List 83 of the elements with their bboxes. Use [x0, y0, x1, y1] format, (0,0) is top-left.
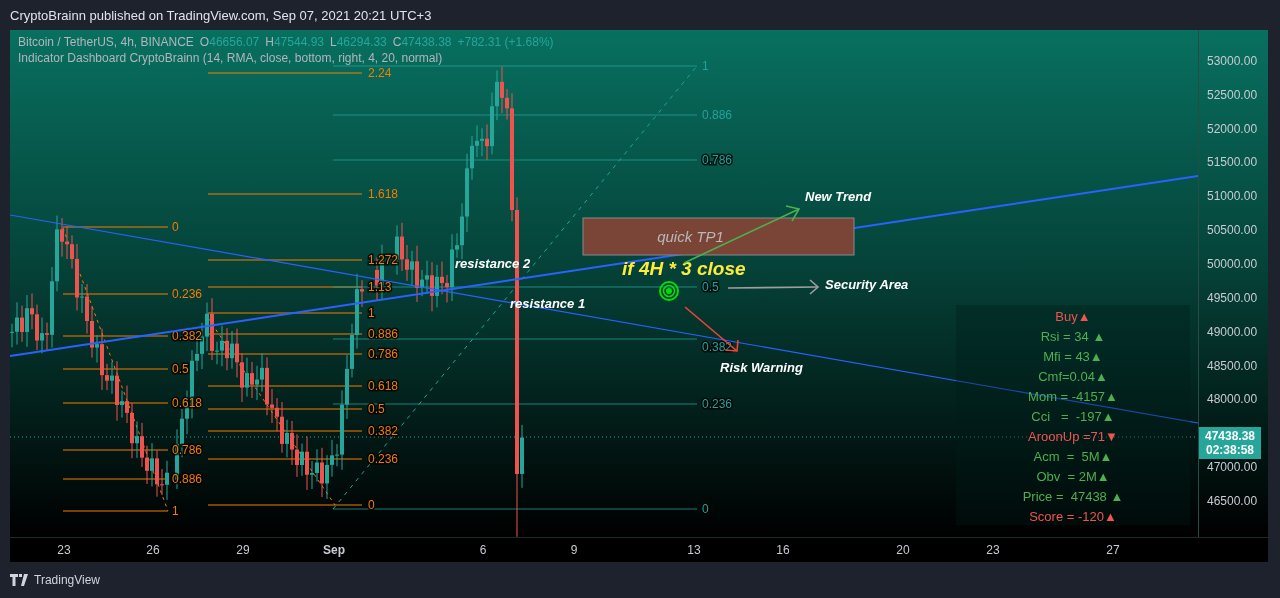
price-axis-label: 49000.00 — [1207, 324, 1258, 339]
fib-level-label: 0.382 — [172, 329, 203, 343]
condition-text: if 4H * 3 close — [622, 258, 746, 279]
annotation-label: New Trend — [805, 189, 872, 204]
time-axis-label: 6 — [478, 543, 488, 557]
price-axis-label: 49500.00 — [1207, 290, 1258, 305]
ohlc-value: 47438.38 — [401, 34, 452, 50]
time-axis-label: 9 — [569, 543, 579, 557]
dashboard-row-text: AroonUp =71▼ — [1028, 428, 1118, 446]
fib-level-label: 1 — [368, 306, 375, 320]
fib-level-label: 0.618 — [172, 396, 203, 410]
indicator-label: Indicator Dashboard CryptoBrainn (14, RMA, close, bottom, right, 4, 20, normal) — [18, 50, 443, 66]
fib-level-label: 1.13 — [368, 280, 392, 294]
ohlc-label: O — [199, 34, 210, 50]
dashboard-row-text: Cci = -197▲ — [1031, 408, 1115, 426]
fib-level-label: 0.382 — [368, 424, 399, 438]
dashboard-row-text: Buy▲ — [1055, 308, 1091, 326]
fib-level-label: 0.236 — [172, 287, 203, 301]
price-change: +782.31 (+1.68%) — [457, 34, 554, 50]
ohlc-label: H — [265, 34, 274, 50]
fib-level-label: 0.236 — [368, 452, 399, 466]
time-axis-label: Sep — [323, 543, 343, 557]
fib-level-label: 0.5 — [172, 362, 189, 376]
price-axis-label: 51000.00 — [1207, 189, 1258, 204]
price-axis-label: 50500.00 — [1207, 223, 1258, 238]
dashboard-row-text: Mfi = 43▲ — [1043, 348, 1103, 366]
price-axis-label: 53000.00 — [1207, 53, 1258, 68]
ohlc-value: 46656.07 — [209, 34, 260, 50]
price-axis-label: 48500.00 — [1207, 358, 1258, 373]
logo-icon — [10, 574, 30, 586]
ohlc-value: 46294.33 — [336, 34, 387, 50]
fib-level-label: 0.886 — [368, 327, 399, 341]
fib-level-label: 0.786 — [702, 153, 733, 167]
fib-level-label: 0.5 — [702, 280, 719, 294]
ohlc-label: L — [330, 34, 337, 50]
ohlc-value: 47544.93 — [273, 34, 324, 50]
fib-level-label: 0.236 — [702, 397, 733, 411]
bar-countdown: 02:38:58 — [1205, 443, 1254, 457]
dashboard-row-text: Price = 47438 ▲ — [1022, 488, 1124, 506]
dashboard-row-text: Acm = 5M▲ — [1033, 448, 1113, 466]
fib-level-label: 1.272 — [368, 253, 399, 267]
ohlc-label: C — [392, 34, 402, 50]
time-axis-label: 29 — [235, 543, 251, 557]
time-axis-label: 13 — [686, 543, 702, 557]
price-axis-label: 50000.00 — [1207, 257, 1258, 271]
dashboard-row-text: Score = -120▲ — [1029, 508, 1117, 526]
price-axis-label: 47000.00 — [1207, 460, 1258, 475]
dashboard-row-text: Obv = 2M▲ — [1036, 468, 1110, 486]
time-axis-label: 27 — [1105, 543, 1121, 557]
time-axis-label: 26 — [145, 543, 161, 557]
fib-level-label: 0 — [368, 498, 375, 512]
fib-level-label: 0 — [702, 502, 709, 516]
time-axis-label: 23 — [985, 543, 1001, 557]
annotation-label: Security Area — [825, 277, 909, 292]
fib-level-label: 0.886 — [702, 108, 733, 122]
current-price: 47438.38 — [1204, 429, 1256, 443]
time-axis-label: 20 — [895, 543, 911, 557]
fib-level-label: 0 — [172, 220, 179, 234]
publisher-line: CryptoBrainn published on TradingView.com, Sep 07, 2021 20:21 UTC+3 — [10, 7, 432, 23]
dashboard-row-text: Rsi = 34 ▲ — [1040, 328, 1106, 346]
price-axis-label: 48000.00 — [1207, 392, 1258, 407]
fib-level-label: 0.5 — [368, 402, 385, 416]
annotation-label: Risk Warning — [720, 360, 803, 375]
fib-level-label: 1 — [172, 504, 179, 518]
fib-level-label: 1 — [702, 59, 709, 73]
target-icon — [659, 281, 679, 301]
time-axis-label: 16 — [775, 543, 791, 557]
arrow — [684, 306, 739, 352]
fib-level-label: 0.886 — [172, 472, 203, 486]
brand-name: TradingView — [34, 573, 101, 587]
price-axis-label: 51500.00 — [1207, 155, 1258, 170]
price-axis-label: 52000.00 — [1207, 121, 1258, 136]
dashboard-row-text: Cmf=0.04▲ — [1038, 368, 1108, 386]
quick-tp-box: quick TP1 — [582, 217, 855, 256]
fib-level-label: 1.618 — [368, 187, 399, 201]
fib-level-label: 0.786 — [368, 347, 399, 361]
price-axis-label: 52500.00 — [1207, 87, 1258, 102]
fib-level-label: 2.24 — [368, 66, 392, 80]
fib-level-label: 0.618 — [368, 379, 399, 393]
fib-level-label: 0.382 — [702, 340, 733, 354]
time-axis-label: 23 — [56, 543, 72, 557]
symbol-label: Bitcoin / TetherUS, 4h, BINANCE — [18, 34, 194, 50]
price-axis-label: 46500.00 — [1207, 493, 1258, 508]
